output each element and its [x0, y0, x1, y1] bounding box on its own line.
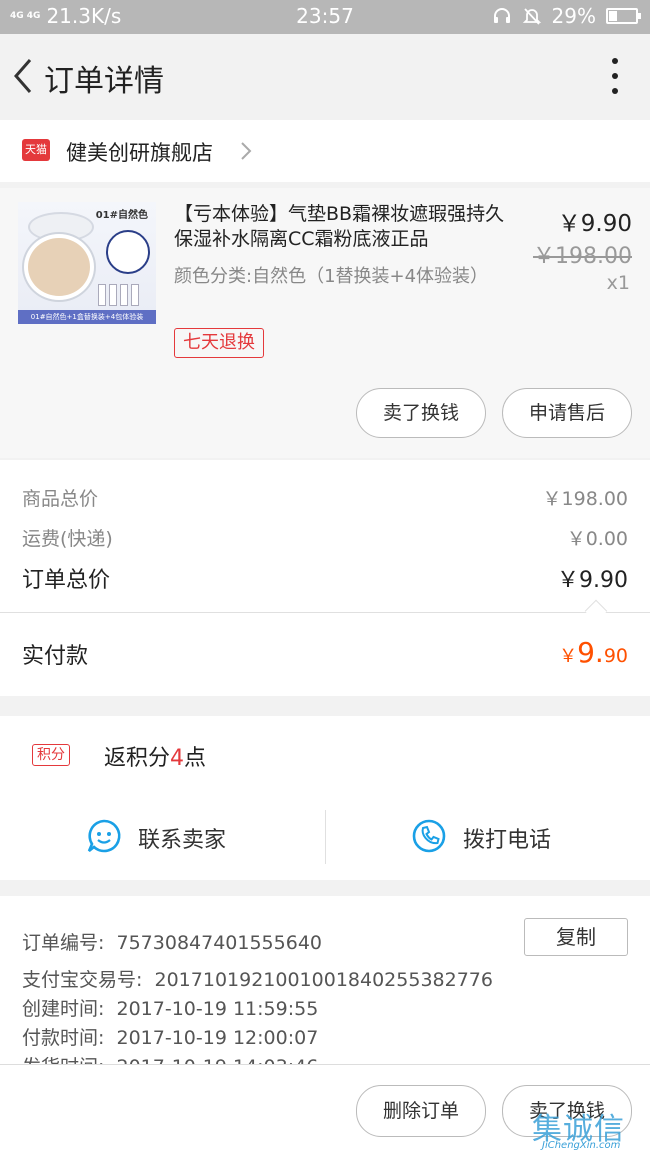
- thumbnail-top-label: 01#自然色: [95, 210, 148, 221]
- points-text: 返积分4点: [104, 740, 206, 772]
- created-time-value: 2017-10-19 11:59:55: [116, 998, 319, 1020]
- order-total-row: 订单总价 ￥9.90: [22, 562, 628, 594]
- battery-fill: [609, 11, 617, 21]
- points-row: 积分 返积分4点: [0, 716, 650, 796]
- cushion-compact-shape: [24, 234, 94, 300]
- created-time-label: 创建时间:: [22, 998, 105, 1020]
- contact-bar: 联系卖家 拨打电话: [0, 796, 650, 880]
- payment-time-label: 付款时间:: [22, 1027, 105, 1049]
- puff-shape: [106, 230, 150, 274]
- store-name[interactable]: 健美创研旗舰店: [66, 137, 213, 167]
- shipping-value: ￥0.00: [566, 528, 628, 550]
- call-phone-button[interactable]: 拨打电话: [325, 796, 650, 880]
- call-phone-label: 拨打电话: [463, 828, 552, 853]
- mute-bell-icon: [522, 8, 541, 25]
- order-info: 订单编号: 75730847401555640 复制 支付宝交易号: 20171…: [0, 896, 650, 1066]
- caret-up-icon: [584, 599, 608, 623]
- points-suffix: 点: [184, 746, 207, 771]
- goods-total-value: ￥198.00: [542, 488, 628, 510]
- order-number-label: 订单编号:: [22, 932, 105, 954]
- tmall-logo-icon: 天猫: [22, 139, 50, 161]
- shipping-row: 运费(快递) ￥0.00: [22, 524, 628, 551]
- paid-decimal: 90: [603, 645, 628, 667]
- product-item[interactable]: 01#自然色 01#自然色+1盒替换装+4包体验装 【亏本体验】气垫BB霜裸妆遮…: [0, 188, 650, 458]
- payment-time-row: 付款时间: 2017-10-19 12:00:07: [22, 1023, 318, 1050]
- product-quantity: x1: [606, 272, 630, 294]
- goods-total-row: 商品总价 ￥198.00: [22, 484, 628, 511]
- product-price: ￥9.90: [557, 211, 632, 237]
- points-badge: 积分: [32, 744, 70, 766]
- status-bar: 4G 4G 21.3K/s 23:57 29%: [0, 0, 650, 34]
- watermark-logo: 集诚信 JiChengXin.com: [528, 1102, 646, 1152]
- order-number-row: 订单编号: 75730847401555640: [22, 928, 322, 955]
- product-title[interactable]: 【亏本体验】气垫BB霜裸妆遮瑕强持久保湿补水隔离CC霜粉底液正品: [174, 202, 510, 252]
- order-total-label: 订单总价: [22, 568, 111, 593]
- product-spec: 颜色分类:自然色（1替换装+4体验装）: [174, 266, 489, 287]
- created-time-row: 创建时间: 2017-10-19 11:59:55: [22, 994, 318, 1021]
- alipay-label: 支付宝交易号:: [22, 969, 143, 991]
- page-title: 订单详情: [44, 64, 164, 99]
- thumbnail-bottom-label: 01#自然色+1盒替换装+4包体验装: [18, 310, 156, 324]
- summary-divider: [0, 612, 650, 613]
- contact-seller-button[interactable]: 联系卖家: [0, 796, 325, 880]
- product-original-price: ￥198.00: [533, 244, 632, 269]
- price-summary: 商品总价 ￥198.00 运费(快递) ￥0.00 订单总价 ￥9.90 实付款…: [0, 460, 650, 696]
- points-prefix: 返积分: [104, 746, 171, 771]
- payment-time-value: 2017-10-19 12:00:07: [116, 1027, 319, 1049]
- store-row[interactable]: 天猫 健美创研旗舰店: [0, 120, 650, 182]
- sample-tubes-shape: [98, 284, 150, 306]
- navigation-bar: 订单详情: [0, 34, 650, 118]
- copy-button[interactable]: 复制: [524, 918, 628, 956]
- shipping-label: 运费(快递): [22, 528, 113, 550]
- headphones-icon: [493, 8, 510, 23]
- more-options-icon[interactable]: [610, 58, 620, 94]
- chevron-right-icon: [241, 142, 252, 160]
- paid-label: 实付款: [22, 644, 89, 669]
- product-thumbnail[interactable]: 01#自然色 01#自然色+1盒替换装+4包体验装: [18, 202, 156, 324]
- delete-order-button[interactable]: 删除订单: [356, 1085, 486, 1137]
- sell-button[interactable]: 卖了换钱: [356, 388, 486, 438]
- points-number: 4: [170, 746, 185, 771]
- paid-currency: ￥: [559, 646, 578, 667]
- battery-icon: [606, 8, 641, 24]
- after-sale-button[interactable]: 申请售后: [502, 388, 632, 438]
- battery-percent: 29%: [551, 4, 596, 28]
- paid-integer: 9.: [577, 636, 604, 669]
- alipay-value: 2017101921001001840255382776: [154, 969, 493, 991]
- order-number-value: 75730847401555640: [116, 932, 323, 954]
- chat-bubble-icon: [87, 819, 121, 853]
- paid-amount: ￥9.90: [559, 636, 628, 669]
- goods-total-label: 商品总价: [22, 488, 99, 510]
- return-policy-badge: 七天退换: [174, 328, 264, 358]
- phone-icon: [412, 819, 446, 853]
- contact-seller-label: 联系卖家: [138, 828, 227, 853]
- back-arrow-icon[interactable]: [8, 54, 38, 98]
- watermark-url: JiChengXin.com: [542, 1140, 621, 1151]
- order-total-value: ￥9.90: [557, 568, 628, 593]
- alipay-row: 支付宝交易号: 2017101921001001840255382776: [22, 965, 493, 992]
